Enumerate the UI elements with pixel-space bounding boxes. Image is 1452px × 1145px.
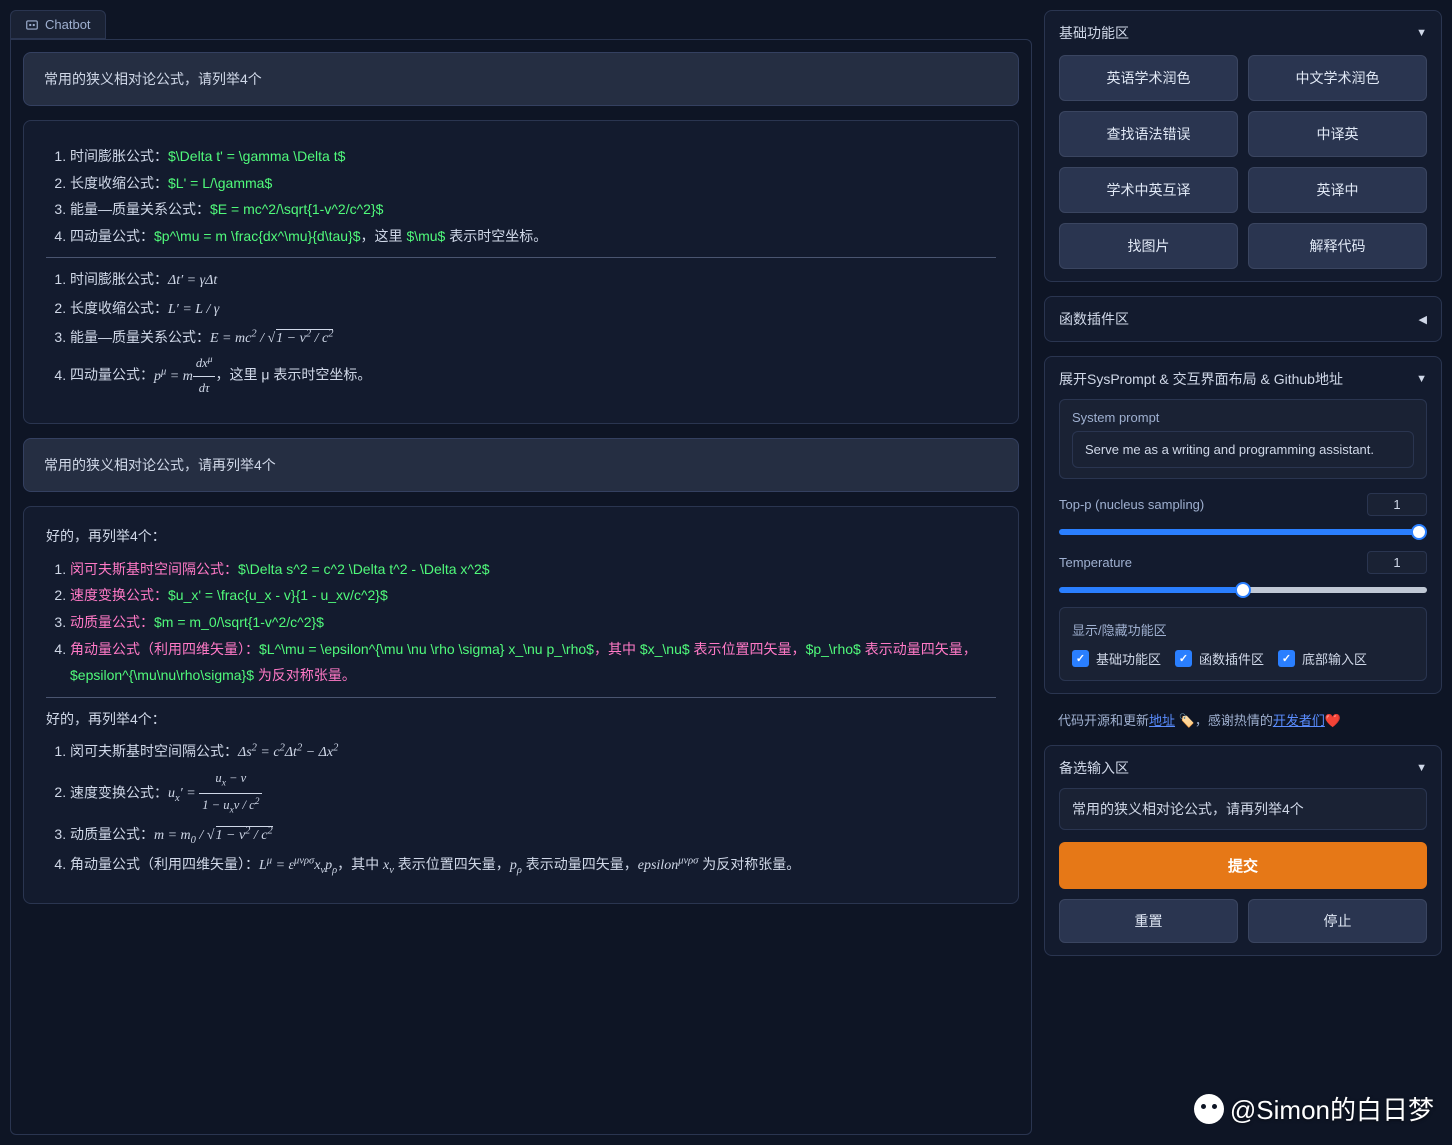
reset-button[interactable]: 重置 xyxy=(1059,899,1238,943)
visibility-label: 显示/隐藏功能区 xyxy=(1072,620,1414,639)
alt-input-header[interactable]: 备选输入区 ▼ xyxy=(1059,758,1427,778)
fn-find-image-button[interactable]: 找图片 xyxy=(1059,223,1238,269)
top-p-slider[interactable] xyxy=(1059,529,1427,535)
source-link-line: 代码开源和更新地址 🏷️，感谢热情的开发者们❤️ xyxy=(1044,708,1442,731)
fn-chinese-polish-button[interactable]: 中文学术润色 xyxy=(1248,55,1427,101)
alt-input-panel: 备选输入区 ▼ 提交 重置 停止 xyxy=(1044,745,1442,956)
fn-zh-to-en-button[interactable]: 中译英 xyxy=(1248,111,1427,157)
fn-en-to-zh-button[interactable]: 英译中 xyxy=(1248,167,1427,213)
temperature-slider[interactable] xyxy=(1059,587,1427,593)
top-p-label: Top-p (nucleus sampling) xyxy=(1059,497,1204,512)
user-message: 常用的狭义相对论公式，请再列举4个 xyxy=(23,438,1019,492)
stop-button[interactable]: 停止 xyxy=(1248,899,1427,943)
assistant-message: 时间膨胀公式：$\Delta t' = \gamma \Delta t$ 长度收… xyxy=(23,120,1019,424)
chat-log: 常用的狭义相对论公式，请列举4个 时间膨胀公式：$\Delta t' = \ga… xyxy=(10,39,1032,1135)
plugin-panel: 函数插件区 ◀ xyxy=(1044,296,1442,342)
sysprompt-panel-header[interactable]: 展开SysPrompt & 交互界面布局 & Github地址 ▼ xyxy=(1059,369,1427,389)
checkbox-basic-functions[interactable]: ✓基础功能区 xyxy=(1072,649,1161,668)
check-icon: ✓ xyxy=(1175,650,1192,667)
plugin-panel-header[interactable]: 函数插件区 ◀ xyxy=(1059,309,1427,329)
chat-column: Chatbot 常用的狭义相对论公式，请列举4个 时间膨胀公式：$\Delta … xyxy=(10,10,1032,1135)
user-message: 常用的狭义相对论公式，请列举4个 xyxy=(23,52,1019,106)
checkbox-bottom-input[interactable]: ✓底部输入区 xyxy=(1278,649,1367,668)
fn-explain-code-button[interactable]: 解释代码 xyxy=(1248,223,1427,269)
temperature-value: 1 xyxy=(1367,551,1427,574)
control-column: 基础功能区 ▼ 英语学术润色 中文学术润色 查找语法错误 中译英 学术中英互译 … xyxy=(1044,10,1442,1135)
tab-label: Chatbot xyxy=(45,17,91,32)
check-icon: ✓ xyxy=(1278,650,1295,667)
fn-academic-translate-button[interactable]: 学术中英互译 xyxy=(1059,167,1238,213)
watermark: @Simon的白日梦 xyxy=(1194,1090,1434,1127)
system-prompt-label: System prompt xyxy=(1072,410,1414,425)
sysprompt-panel: 展开SysPrompt & 交互界面布局 & Github地址 ▼ System… xyxy=(1044,356,1442,694)
chevron-down-icon: ▼ xyxy=(1416,27,1427,39)
assistant-message: 好的，再列举4个： 闵可夫斯基时空间隔公式：$\Delta s^2 = c^2 … xyxy=(23,506,1019,903)
fn-grammar-check-button[interactable]: 查找语法错误 xyxy=(1059,111,1238,157)
weibo-icon xyxy=(1194,1094,1224,1124)
basic-functions-header[interactable]: 基础功能区 ▼ xyxy=(1059,23,1427,43)
chatbot-tab[interactable]: Chatbot xyxy=(10,10,106,39)
top-p-value: 1 xyxy=(1367,493,1427,516)
user-text: 常用的狭义相对论公式，请列举4个 xyxy=(44,71,262,87)
fn-english-polish-button[interactable]: 英语学术润色 xyxy=(1059,55,1238,101)
system-prompt-input[interactable] xyxy=(1072,431,1414,468)
chevron-down-icon: ▼ xyxy=(1416,762,1427,774)
user-text: 常用的狭义相对论公式，请再列举4个 xyxy=(44,457,276,473)
chatbot-icon xyxy=(25,18,39,32)
check-icon: ✓ xyxy=(1072,650,1089,667)
checkbox-plugin-functions[interactable]: ✓函数插件区 xyxy=(1175,649,1264,668)
developers-link[interactable]: 开发者们 xyxy=(1273,713,1325,728)
temperature-label: Temperature xyxy=(1059,555,1132,570)
chevron-down-icon: ▼ xyxy=(1416,373,1427,385)
submit-button[interactable]: 提交 xyxy=(1059,842,1427,889)
source-link[interactable]: 地址 xyxy=(1149,713,1175,728)
chevron-left-icon: ◀ xyxy=(1419,313,1427,326)
alt-input-field[interactable] xyxy=(1059,788,1427,830)
basic-functions-panel: 基础功能区 ▼ 英语学术润色 中文学术润色 查找语法错误 中译英 学术中英互译 … xyxy=(1044,10,1442,282)
